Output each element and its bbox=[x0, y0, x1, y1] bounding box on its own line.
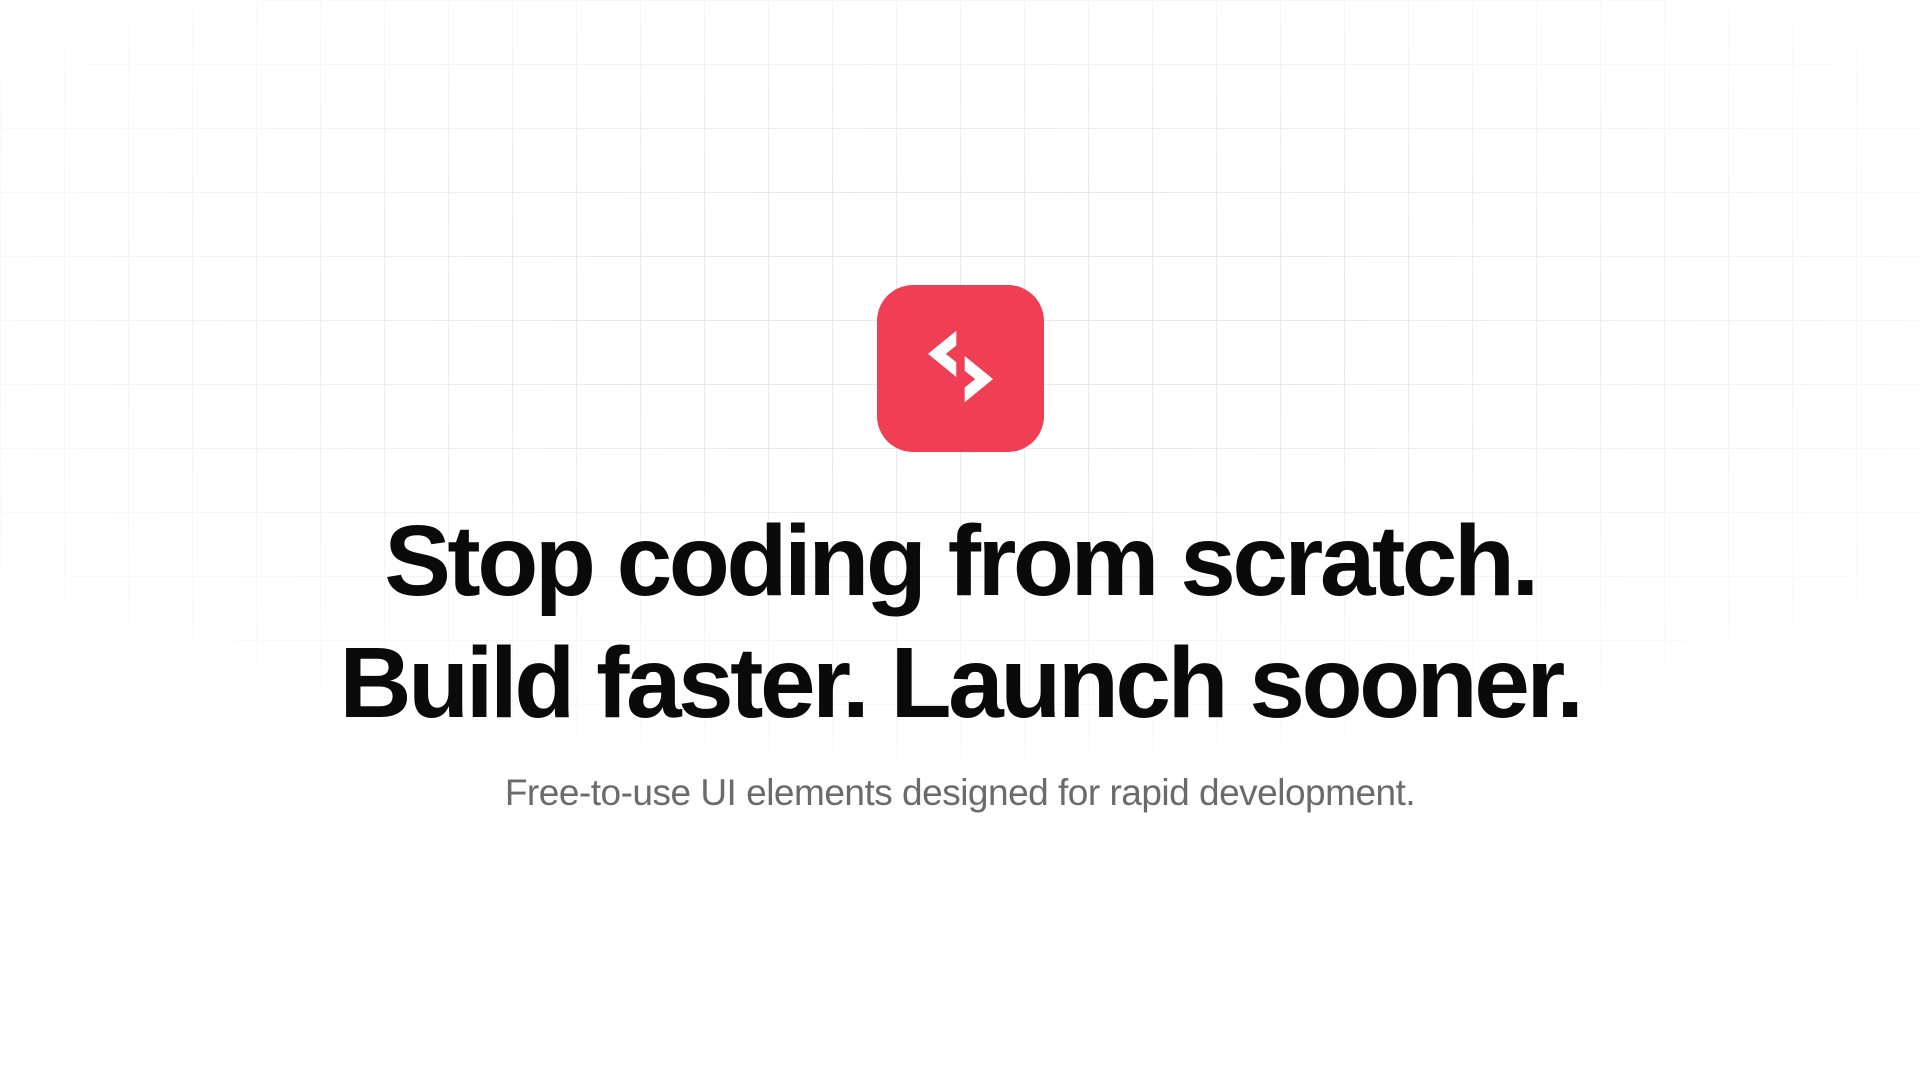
hero-subtitle: Free-to-use UI elements designed for rap… bbox=[505, 772, 1415, 814]
headline-line-2: Build faster. Launch sooner. bbox=[339, 627, 1580, 739]
chevrons-icon bbox=[908, 314, 1013, 424]
brand-logo bbox=[877, 285, 1044, 452]
headline-line-1: Stop coding from scratch. bbox=[384, 505, 1536, 617]
hero-headline: Stop coding from scratch. Build faster. … bbox=[339, 500, 1580, 744]
hero-section: Stop coding from scratch. Build faster. … bbox=[0, 0, 1920, 814]
